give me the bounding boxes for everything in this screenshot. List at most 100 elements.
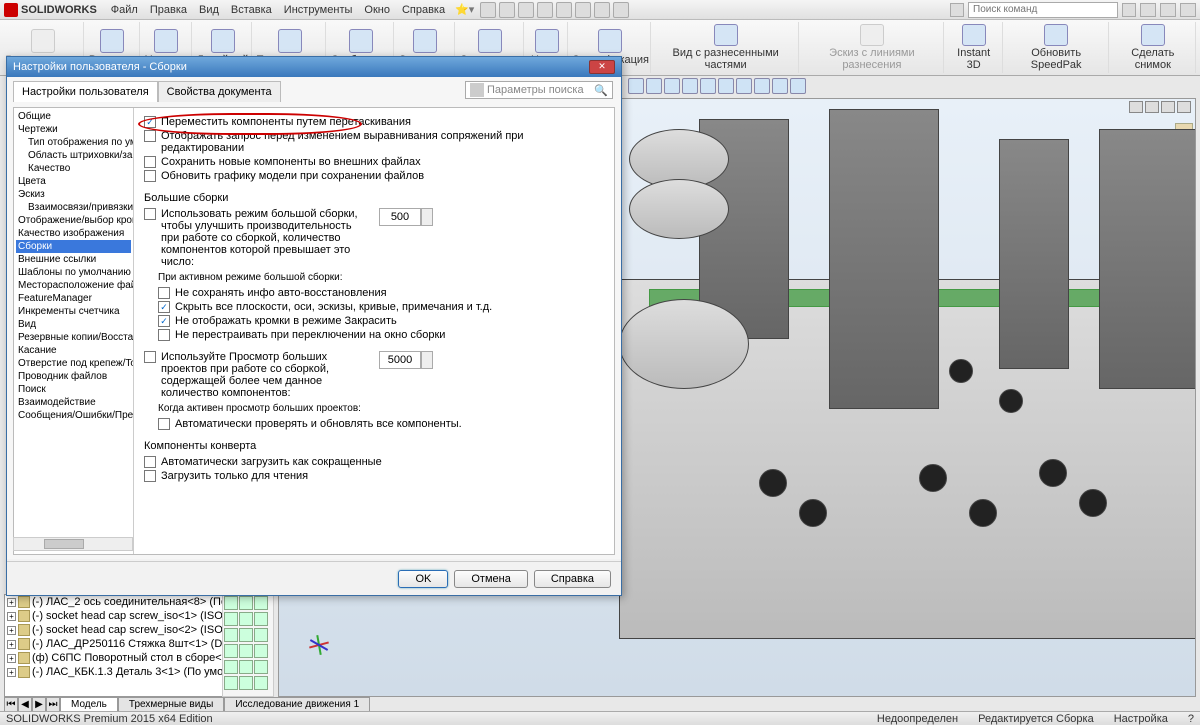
state-icon[interactable] [239, 676, 253, 690]
ok-button[interactable]: OK [398, 570, 448, 588]
checkbox-icon[interactable] [158, 301, 170, 313]
options-tree-item[interactable]: Шаблоны по умолчанию [16, 266, 131, 279]
checkbox-icon[interactable] [158, 315, 170, 327]
checkbox-icon[interactable] [144, 470, 156, 482]
state-icon[interactable] [224, 644, 238, 658]
checkbox-icon[interactable] [158, 418, 170, 430]
menu-dropdown-icon[interactable]: ⭐▾ [455, 3, 474, 16]
zoom-fit-icon[interactable] [628, 78, 644, 94]
option-no-edges-shaded[interactable]: Не отображать кромки в режиме Закрасить [158, 315, 604, 327]
qat-options-icon[interactable] [594, 2, 610, 18]
previous-view-icon[interactable] [664, 78, 680, 94]
options-tree-item[interactable]: Качество [16, 162, 131, 175]
state-icon[interactable] [254, 676, 268, 690]
options-tree-item[interactable]: Инкременты счетчика [16, 305, 131, 318]
qat-open-icon[interactable] [499, 2, 515, 18]
options-tree-item[interactable]: Поиск [16, 383, 131, 396]
hide-show-icon[interactable] [736, 78, 752, 94]
qat-print-icon[interactable] [537, 2, 553, 18]
option-large-assembly-mode[interactable]: Использовать режим большой сборки, чтобы… [144, 208, 604, 268]
search-go-icon[interactable]: 🔍 [594, 84, 608, 97]
option-large-design-review[interactable]: Используйте Просмотр больших проектов пр… [144, 351, 604, 399]
state-icon[interactable] [254, 644, 268, 658]
qat-save-icon[interactable] [518, 2, 534, 18]
option-auto-load-lightweight[interactable]: Автоматически загрузить как сокращенные [144, 456, 604, 468]
checkbox-icon[interactable] [144, 130, 156, 142]
tab-user-settings[interactable]: Настройки пользователя [13, 81, 158, 102]
options-tree-item[interactable]: Месторасположение файло [16, 279, 131, 292]
options-tree-item[interactable]: Резервные копии/Восстан [16, 331, 131, 344]
options-tree-item[interactable]: Касание [16, 344, 131, 357]
qat-new-icon[interactable] [480, 2, 496, 18]
option-hide-all-planes[interactable]: Скрыть все плоскости, оси, эскизы, кривы… [158, 301, 604, 313]
state-icon[interactable] [254, 612, 268, 626]
checkbox-icon[interactable] [144, 170, 156, 182]
spinner-icon[interactable] [421, 351, 433, 369]
options-tree-item[interactable]: Качество изображения [16, 227, 131, 240]
option-update-graphics[interactable]: Обновить графику модели при сохранении ф… [144, 170, 604, 182]
window-close-icon[interactable] [1180, 3, 1196, 17]
menu-view[interactable]: Вид [193, 2, 225, 18]
options-tree-item[interactable]: Тип отображения по ум [16, 136, 131, 149]
options-tree-item[interactable]: Вид [16, 318, 131, 331]
checkbox-icon[interactable] [144, 456, 156, 468]
state-icon[interactable] [224, 628, 238, 642]
state-icon[interactable] [224, 612, 238, 626]
scene-icon[interactable] [772, 78, 788, 94]
state-icon[interactable] [224, 596, 238, 610]
appearance-icon[interactable] [754, 78, 770, 94]
menu-help[interactable]: Справка [396, 2, 451, 18]
checkbox-icon[interactable] [144, 351, 156, 363]
option-load-readonly[interactable]: Загрузить только для чтения [144, 470, 604, 482]
options-tree-item[interactable]: Взаимодействие [16, 396, 131, 409]
options-tree-item[interactable]: Эскиз [16, 188, 131, 201]
large-design-threshold-input[interactable] [379, 351, 421, 369]
checkbox-icon[interactable] [144, 208, 156, 220]
help-button[interactable]: Справка [534, 570, 611, 588]
large-assembly-threshold-input[interactable] [379, 208, 421, 226]
ribbon-instant3d-button[interactable]: Instant 3D [946, 22, 1003, 73]
scrollbar-thumb[interactable] [44, 539, 84, 549]
window-minimize-icon[interactable] [1140, 3, 1156, 17]
option-prompt-mate-align[interactable]: Отображать запрос перед изменением вырав… [144, 130, 604, 154]
menu-tools[interactable]: Инструменты [278, 2, 359, 18]
state-icon[interactable] [254, 596, 268, 610]
checkbox-icon[interactable] [144, 116, 156, 128]
spinner-icon[interactable] [421, 208, 433, 226]
section-icon[interactable] [682, 78, 698, 94]
state-icon[interactable] [239, 644, 253, 658]
option-save-external[interactable]: Сохранить новые компоненты во внешних фа… [144, 156, 604, 168]
view-orientation-icon[interactable] [700, 78, 716, 94]
help-icon[interactable] [1122, 3, 1136, 17]
ribbon-speedpak-button[interactable]: Обновить SpeedPak [1005, 22, 1109, 73]
state-icon[interactable] [239, 596, 253, 610]
options-tree-item[interactable]: Сборки [16, 240, 131, 253]
search-icon[interactable] [950, 3, 964, 17]
checkbox-icon[interactable] [158, 329, 170, 341]
status-help-icon[interactable]: ? [1188, 713, 1194, 725]
ribbon-exploded-button[interactable]: Вид с разнесенными частями [653, 22, 799, 73]
command-search-input[interactable] [968, 2, 1118, 18]
options-search-box[interactable]: Параметры поиска 🔍 [465, 81, 613, 99]
view-settings-icon[interactable] [790, 78, 806, 94]
qat-undo-icon[interactable] [556, 2, 572, 18]
options-tree-item[interactable]: Проводник файлов [16, 370, 131, 383]
ribbon-snapshot-button[interactable]: Сделать снимок [1111, 22, 1196, 73]
options-tree-item[interactable]: Внешние ссылки [16, 253, 131, 266]
tree-h-scrollbar[interactable] [13, 537, 133, 551]
dialog-close-button[interactable]: ✕ [589, 60, 615, 74]
state-icon[interactable] [239, 628, 253, 642]
options-tree-item[interactable]: Цвета [16, 175, 131, 188]
cancel-button[interactable]: Отмена [454, 570, 527, 588]
state-icon[interactable] [224, 676, 238, 690]
tab-document-properties[interactable]: Свойства документа [158, 81, 281, 102]
qat-icon[interactable] [613, 2, 629, 18]
options-tree-item[interactable]: Область штриховки/зап [16, 149, 131, 162]
state-icon[interactable] [239, 660, 253, 674]
option-no-autorecover[interactable]: Не сохранять инфо авто-восстановления [158, 287, 604, 299]
options-tree-item[interactable]: Отображение/выбор кромк [16, 214, 131, 227]
option-move-by-drag[interactable]: Переместить компоненты путем перетаскива… [144, 116, 604, 128]
options-tree-item[interactable]: Взаимосвязи/привязки [16, 201, 131, 214]
checkbox-icon[interactable] [158, 287, 170, 299]
menu-insert[interactable]: Вставка [225, 2, 278, 18]
